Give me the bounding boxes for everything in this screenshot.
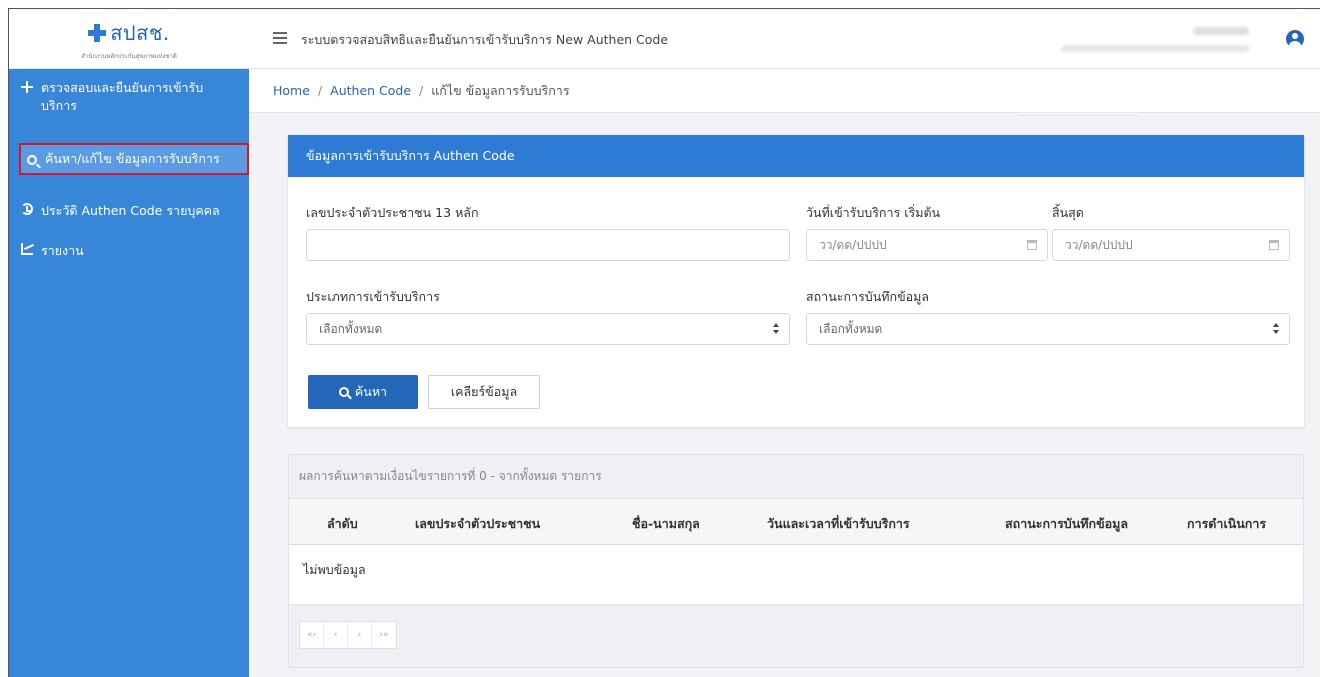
id-number-label: เลขประจำตัวประชาชน 13 หลัก [306,205,479,220]
service-type-select[interactable]: เลือกทั้งหมด [306,313,790,345]
breadcrumb-authen-code[interactable]: Authen Code [330,83,411,98]
next-page-button[interactable]: › [348,622,372,648]
pagination: «‹ ‹ › ›» [299,621,397,649]
sidebar-item-report[interactable]: รายงาน [21,241,245,261]
record-status-value: เลือกทั้งหมด [819,321,883,336]
calendar-icon[interactable] [1269,240,1279,250]
record-status-select[interactable]: เลือกทั้งหมด [806,313,1290,345]
menu-toggle-icon[interactable] [273,32,287,44]
breadcrumb-separator: / [419,83,424,98]
select-arrows-icon [1273,323,1279,335]
nhso-cross-icon [88,24,107,42]
column-header: วันและเวลาที่เข้ารับบริการ [767,516,910,531]
search-button[interactable]: ค้นหา [308,375,418,409]
sidebar-item-label: ค้นหา/แก้ไข ข้อมูลการรับบริการ [45,151,220,166]
results-panel: ผลการค้นหาตามเงื่อนไขรายการที่ 0 - จากทั… [288,454,1304,668]
results-summary: ผลการค้นหาตามเงื่อนไขรายการที่ 0 - จากทั… [289,455,1303,499]
breadcrumb-separator: / [317,83,323,98]
column-header: สถานะการบันทึกข้อมูล [1005,516,1129,531]
calendar-icon[interactable] [1027,240,1037,250]
column-header: ชื่อ-นามสกุล [632,516,700,531]
chart-icon [21,243,33,255]
logo-text: สปสช. [110,21,170,45]
sidebar-item-label: รายงาน [41,243,84,258]
end-date-placeholder: วว/ดด/ปปปป [1065,237,1133,252]
user-avatar-icon[interactable] [1286,30,1304,48]
breadcrumb-home[interactable]: Home [273,83,310,98]
search-icon [338,387,349,397]
column-header: เลขประจำตัวประชาชน [415,516,541,531]
column-header: ลำดับ [327,516,358,531]
start-date-label: วันที่เข้ารับบริการ เริ่มต้น [806,205,941,220]
service-type-label: ประเภทการเข้ารับบริการ [306,289,440,304]
select-arrows-icon [773,323,779,335]
background-decoration [1019,115,1139,116]
service-type-value: เลือกทั้งหมด [319,321,383,336]
app-window: สปสช. สำนักงานหลักประกันสุขภาพแห่งชาติ ร… [8,8,1320,677]
logo-subtitle: สำนักงานหลักประกันสุขภาพแห่งชาติ [81,53,177,60]
breadcrumb-current: แก้ไข ข้อมูลการรับบริการ [431,82,570,98]
sidebar-item-label: ประวัติ Authen Code รายบุคคล [41,203,220,218]
first-page-button[interactable]: «‹ [300,622,324,648]
id-number-input[interactable] [306,229,790,261]
plus-icon [21,81,33,93]
sidebar-item-history[interactable]: ประวัติ Authen Code รายบุคคล [21,201,245,221]
search-icon [27,155,37,165]
empty-table-message: ไม่พบข้อมูล [289,545,1303,605]
search-button-label: ค้นหา [354,384,388,399]
sidebar-item-search-edit[interactable]: ค้นหา/แก้ไข ข้อมูลการรับบริการ [19,143,249,175]
panel-title: ข้อมูลการเข้ารับบริการ Authen Code [288,135,1304,177]
sidebar-item-label: ตรวจสอบและยืนยันการเข้ารับบริการ [41,80,204,113]
start-date-placeholder: วว/ดด/ปปปป [819,237,887,252]
sidebar-item-verify[interactable]: ตรวจสอบและยืนยันการเข้ารับบริการ [21,79,245,115]
column-header: การดำเนินการ [1187,516,1267,531]
history-icon [21,203,33,215]
record-status-label: สถานะการบันทึกข้อมูล [806,289,930,304]
clear-button[interactable]: เคลียร์ข้อมูล [428,375,540,409]
search-form-panel: ข้อมูลการเข้ารับบริการ Authen Code เลขปร… [288,135,1304,427]
top-bar: สปสช. สำนักงานหลักประกันสุขภาพแห่งชาติ ร… [9,9,1320,69]
last-page-button[interactable]: ›» [372,622,396,648]
breadcrumb: Home / Authen Code / แก้ไข ข้อมูลการรับบ… [249,69,1320,113]
prev-page-button[interactable]: ‹ [324,622,348,648]
start-date-input[interactable]: วว/ดด/ปปปป [806,229,1048,261]
end-date-label: สิ้นสุด [1052,205,1084,220]
app-title: ระบบตรวจสอบสิทธิและยืนยันการเข้ารับบริกา… [301,32,669,47]
end-date-input[interactable]: วว/ดด/ปปปป [1052,229,1290,261]
sidebar: ตรวจสอบและยืนยันการเข้ารับบริการ ค้นหา/แ… [9,69,249,677]
table-header: ลำดับ เลขประจำตัวประชาชน ชื่อ-นามสกุล วั… [289,499,1303,545]
logo[interactable]: สปสช. สำนักงานหลักประกันสุขภาพแห่งชาติ [9,9,249,69]
user-info-blurred [1049,23,1249,57]
